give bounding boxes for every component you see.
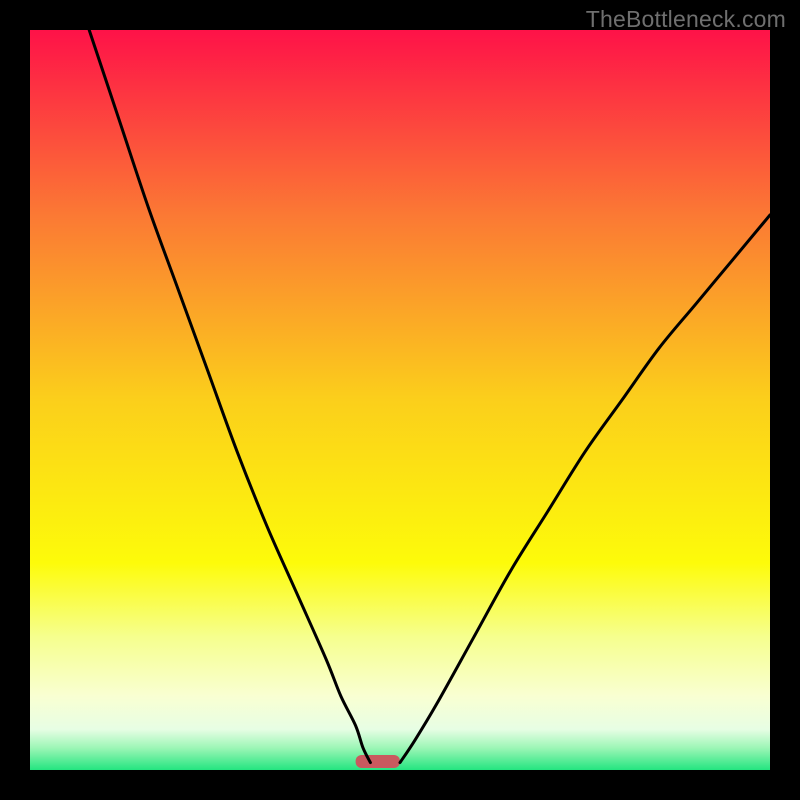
chart-frame: TheBottleneck.com <box>0 0 800 800</box>
watermark-text: TheBottleneck.com <box>586 6 786 33</box>
bottleneck-marker <box>356 755 400 768</box>
plot-area <box>30 30 770 770</box>
chart-svg <box>30 30 770 770</box>
gradient-background <box>30 30 770 770</box>
